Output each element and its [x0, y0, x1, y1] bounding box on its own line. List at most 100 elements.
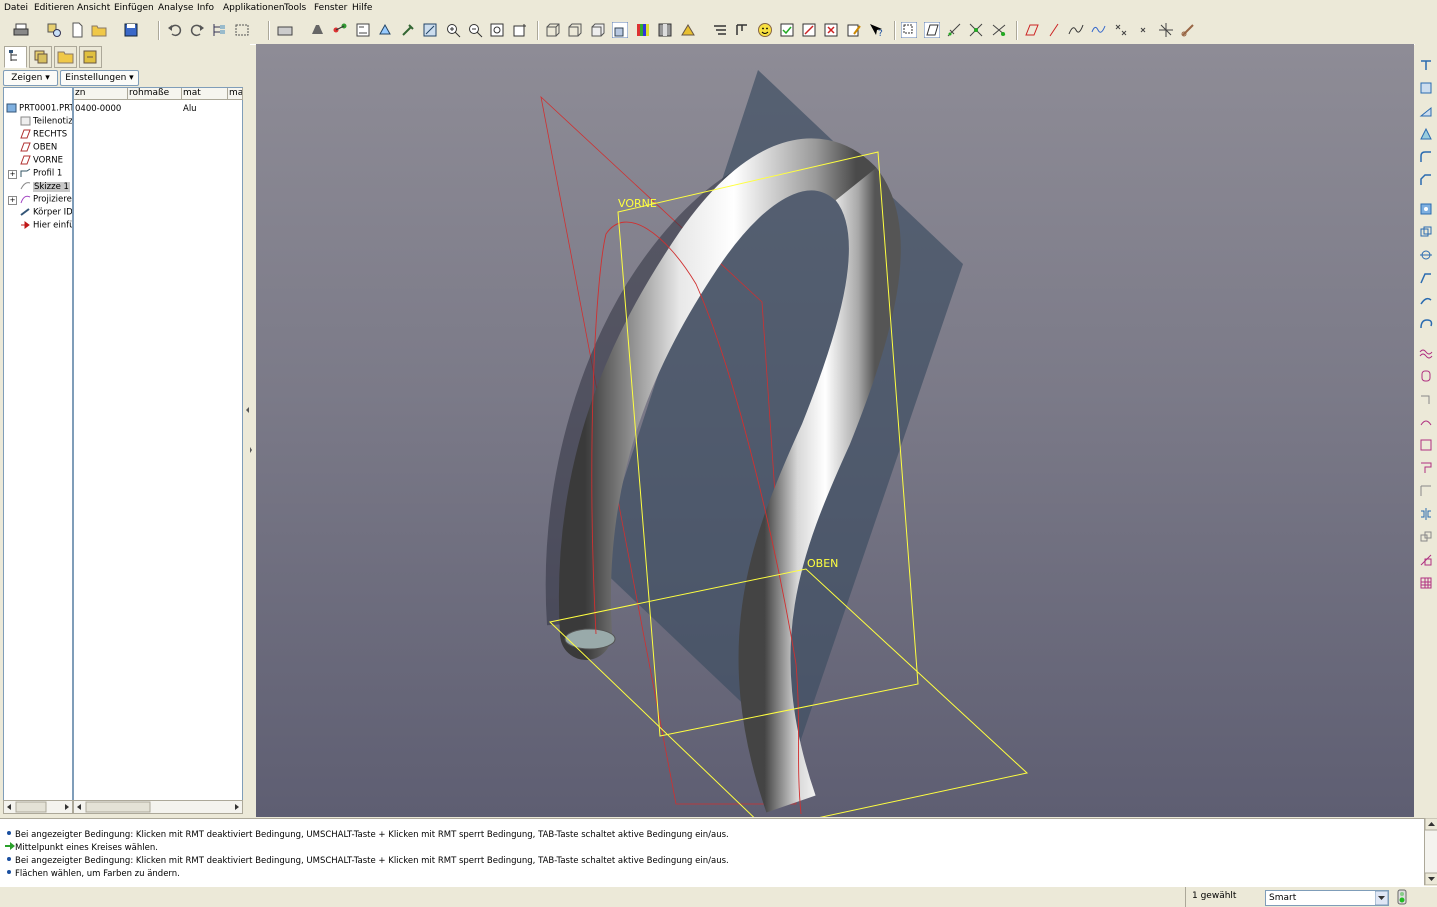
- tab-model-tree[interactable]: [4, 46, 27, 68]
- pattern-icon[interactable]: [1419, 530, 1433, 544]
- smiley-icon[interactable]: [757, 22, 773, 38]
- message-vertical-scrollbar[interactable]: [1424, 817, 1437, 886]
- tab-favorites[interactable]: [79, 46, 102, 68]
- edit-note-icon[interactable]: [846, 22, 862, 38]
- corner-icon[interactable]: [1419, 484, 1433, 498]
- expand-projiziere-toggle[interactable]: +: [8, 196, 17, 205]
- tree-horizontal-scrollbar[interactable]: [3, 800, 73, 814]
- model-canvas[interactable]: VORNE OBEN: [256, 44, 1414, 817]
- draft-icon[interactable]: [1419, 271, 1433, 285]
- round-icon[interactable]: [1419, 150, 1433, 164]
- style-icon[interactable]: [1419, 346, 1433, 360]
- column-header-mat[interactable]: mat: [182, 88, 228, 100]
- wireframe-icon[interactable]: [545, 22, 561, 38]
- section-icon[interactable]: [657, 22, 673, 38]
- print-icon[interactable]: [13, 22, 29, 38]
- points-icon[interactable]: [1113, 22, 1129, 38]
- no-hidden-icon[interactable]: [590, 22, 606, 38]
- menu-info[interactable]: Info: [197, 3, 214, 13]
- shading-icon[interactable]: [612, 22, 628, 38]
- tree-item-profil[interactable]: Profil 1: [20, 168, 72, 180]
- cylinder-icon[interactable]: [1419, 369, 1433, 383]
- grid-horizontal-scrollbar[interactable]: [73, 800, 243, 814]
- color-icon[interactable]: [635, 22, 651, 38]
- zoom-in-icon[interactable]: [445, 22, 461, 38]
- open-folder-icon[interactable]: [91, 22, 107, 38]
- offset-icon[interactable]: [1419, 392, 1433, 406]
- grid-icon[interactable]: [1419, 576, 1433, 590]
- drawing-icon[interactable]: [355, 22, 371, 38]
- redo-icon[interactable]: [189, 22, 205, 38]
- datum-axes-icon[interactable]: [734, 22, 750, 38]
- help-pointer-icon[interactable]: ?: [868, 22, 884, 38]
- regen-icon[interactable]: [377, 22, 393, 38]
- tree-item-teilenotiz[interactable]: Teilenotiz: [20, 116, 72, 128]
- tool-icon[interactable]: [400, 22, 416, 38]
- column-header-rohmasse[interactable]: rohmaße: [128, 88, 182, 100]
- check-list-icon[interactable]: [779, 22, 795, 38]
- spline-icon[interactable]: [1091, 22, 1107, 38]
- constraint-icon[interactable]: [968, 22, 984, 38]
- einstellungen-button[interactable]: Einstellungen ▾: [60, 70, 139, 86]
- point-icon[interactable]: [1135, 22, 1151, 38]
- column-header-mat-2[interactable]: mat: [228, 88, 243, 100]
- menu-hilfe[interactable]: Hilfe: [352, 3, 372, 13]
- menu-datei[interactable]: Datei: [4, 3, 28, 13]
- link-icon[interactable]: [1180, 22, 1196, 38]
- paint-icon[interactable]: [309, 22, 325, 38]
- expand-profil-toggle[interactable]: +: [8, 170, 17, 179]
- selection-filter-select[interactable]: Smart: [1265, 890, 1389, 906]
- tree-icon[interactable]: [211, 22, 227, 38]
- undo-icon[interactable]: [167, 22, 183, 38]
- tab-layers[interactable]: [29, 46, 52, 68]
- tree-item-koerper[interactable]: Körper ID: [20, 207, 72, 219]
- warp-icon[interactable]: [1419, 415, 1433, 429]
- tree-item-vorne[interactable]: VORNE: [20, 155, 72, 167]
- plane-select-icon[interactable]: [924, 22, 940, 38]
- no-check-icon[interactable]: [801, 22, 817, 38]
- curve-icon[interactable]: [1068, 22, 1084, 38]
- shell-icon[interactable]: [1419, 225, 1433, 239]
- datum-display-icon[interactable]: [712, 22, 728, 38]
- extrude-icon[interactable]: [1419, 58, 1433, 72]
- menu-tools[interactable]: Tools: [284, 3, 306, 13]
- menu-ansicht[interactable]: Ansicht: [77, 3, 110, 13]
- tree-item-hier-einfuegen[interactable]: Hier einfü: [20, 220, 72, 232]
- sweep-icon[interactable]: [1419, 104, 1433, 118]
- mirror-icon[interactable]: [1419, 507, 1433, 521]
- chamfer-icon[interactable]: [1419, 173, 1433, 187]
- coordinate-icon[interactable]: [1158, 22, 1174, 38]
- box-icon[interactable]: [1419, 438, 1433, 452]
- column-header-zn[interactable]: zn: [74, 88, 128, 100]
- copy-icon[interactable]: [1419, 553, 1433, 567]
- hidden-line-icon[interactable]: [567, 22, 583, 38]
- blend-icon[interactable]: [1419, 127, 1433, 141]
- boundary-icon[interactable]: [1419, 317, 1433, 331]
- menu-editieren[interactable]: Editieren: [34, 3, 74, 13]
- revolve-icon[interactable]: [1419, 81, 1433, 95]
- save-icon[interactable]: [123, 22, 139, 38]
- layer-icon[interactable]: [277, 22, 293, 38]
- tree-item-rechts[interactable]: RECHTS: [20, 129, 72, 141]
- select-box-icon[interactable]: [901, 22, 917, 38]
- surface-icon[interactable]: [1419, 294, 1433, 308]
- dimension-icon[interactable]: [946, 22, 962, 38]
- repaint-icon[interactable]: [422, 22, 438, 38]
- plane-icon[interactable]: [1024, 22, 1040, 38]
- flange-icon[interactable]: [1419, 461, 1433, 475]
- zeigen-button[interactable]: Zeigen ▾: [3, 70, 58, 86]
- orient-icon[interactable]: [512, 22, 528, 38]
- selection-box-icon[interactable]: [234, 22, 250, 38]
- menu-applikationen[interactable]: Applikationen: [223, 3, 285, 13]
- tree-item-part[interactable]: PRT0001.PRT: [6, 103, 72, 115]
- tree-item-projiziere[interactable]: Projiziere: [20, 194, 72, 206]
- line-icon[interactable]: [1046, 22, 1062, 38]
- tube-end-cap[interactable]: [564, 628, 616, 650]
- zoom-out-icon[interactable]: [467, 22, 483, 38]
- tree-item-skizze[interactable]: Skizze 1: [20, 181, 72, 193]
- delete-box-icon[interactable]: [823, 22, 839, 38]
- new-file-icon[interactable]: [69, 22, 85, 38]
- hole-icon[interactable]: [1419, 202, 1433, 216]
- rib-icon[interactable]: [1419, 248, 1433, 262]
- edge-icon[interactable]: [332, 22, 348, 38]
